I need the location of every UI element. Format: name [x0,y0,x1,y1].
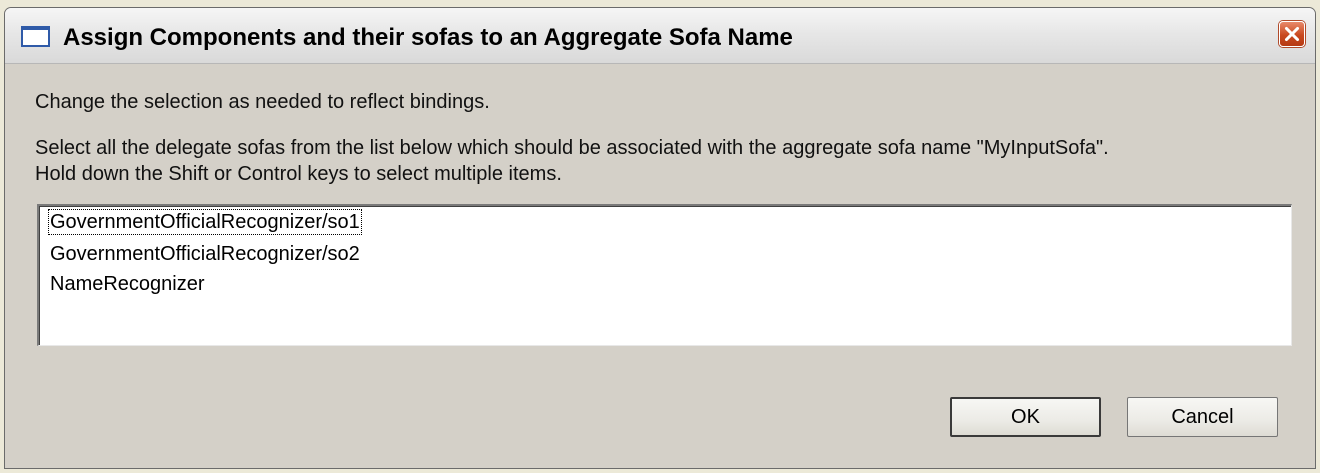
title-bar[interactable]: Assign Components and their sofas to an … [5,8,1315,64]
window-icon [21,26,50,47]
instruction-text-2: Select all the delegate sofas from the l… [35,137,1109,159]
dialog-window: Assign Components and their sofas to an … [4,7,1316,469]
close-icon [1284,26,1300,42]
close-button[interactable] [1279,21,1305,47]
ok-button[interactable]: OK [950,397,1101,437]
delegate-sofa-listbox[interactable]: GovernmentOfficialRecognizer/so1 Governm… [37,204,1292,346]
dialog-body: Change the selection as needed to reflec… [17,70,1303,460]
list-item-so2[interactable]: GovernmentOfficialRecognizer/so2 [49,242,361,266]
instruction-text-3: Hold down the Shift or Control keys to s… [35,163,562,185]
instruction-text-1: Change the selection as needed to reflec… [35,91,490,113]
cancel-button[interactable]: Cancel [1127,397,1278,437]
list-item-namerecognizer[interactable]: NameRecognizer [49,272,206,296]
list-item-so1[interactable]: GovernmentOfficialRecognizer/so1 [48,209,362,235]
dialog-title: Assign Components and their sofas to an … [63,24,793,51]
